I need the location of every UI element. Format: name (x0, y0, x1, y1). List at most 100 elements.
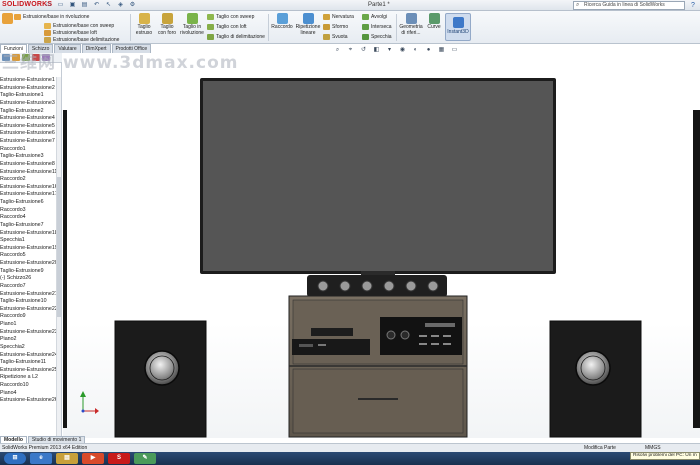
tree-item[interactable]: Estrusione-Estrusione8 (0, 161, 56, 169)
display-manager-icon[interactable] (42, 54, 50, 61)
tree-item[interactable]: Raccordo10 (0, 382, 56, 390)
ribbon-item-intersect[interactable]: Interseca (362, 24, 392, 30)
tab-prodotti-office[interactable]: Prodotti Office (111, 44, 152, 53)
tree-item[interactable]: Piano1 (0, 321, 56, 329)
ribbon-item-mirror[interactable]: Specchia (362, 34, 392, 40)
select-icon[interactable]: ↖ (104, 1, 113, 9)
tree-item[interactable]: Taglio-Estrusione10 (0, 298, 56, 306)
tree-item[interactable]: Estrusione-Estrusione1 (0, 77, 56, 85)
revolved-cut-button[interactable]: Taglio in rivoluzione (180, 13, 204, 36)
scrollbar-thumb[interactable] (57, 177, 61, 317)
extrude-icon (14, 14, 21, 20)
tree-item[interactable]: Piano2 (0, 336, 56, 344)
tree-item[interactable]: Estrusione-Estrusione19 (0, 245, 56, 253)
open-icon[interactable]: ▭ (56, 1, 65, 9)
property-manager-icon[interactable] (12, 54, 20, 61)
paint-icon[interactable]: ✎ (134, 453, 156, 464)
tree-item[interactable]: Estrusione-Estrusione26 (0, 397, 56, 405)
ribbon-item-lofted-cut[interactable]: Taglio con loft (207, 24, 247, 30)
tree-item[interactable]: Taglio-Estrusione3 (0, 153, 56, 161)
instant3d-button[interactable]: Instant3D (445, 13, 471, 41)
tree-item[interactable]: (-) Schizzo26 (0, 275, 56, 283)
solidworks-icon[interactable]: S (108, 453, 130, 464)
new-icon[interactable]: □ (44, 1, 53, 9)
tree-item[interactable]: Estrusione-Estrusione23 (0, 329, 56, 337)
tree-item[interactable]: Raccordo5 (0, 252, 56, 260)
media-player-icon[interactable]: ▶ (82, 453, 104, 464)
tree-item[interactable]: Estrusione-Estrusione2 (0, 85, 56, 93)
ribbon-item-boundary-boss[interactable]: Estrusione/base delimitazione (44, 37, 119, 43)
undo-icon[interactable]: ↶ (92, 1, 101, 9)
ribbon-item-shell[interactable]: Svuota (323, 34, 348, 40)
linear-pattern-button[interactable]: Ripetizione lineare (294, 13, 322, 36)
help-search-input[interactable]: ⌕ Ricerca Guida in linea di SolidWorks (573, 1, 685, 10)
tree-item[interactable]: Taglio-Estrusione7 (0, 222, 56, 230)
ie-icon[interactable]: e (30, 453, 52, 464)
tray-notification[interactable]: Risolvi problemi del PC: Un m (630, 452, 700, 460)
tree-item[interactable]: Taglio-Estrusione6 (0, 199, 56, 207)
print-icon[interactable]: ▤ (80, 1, 89, 9)
start-orb-icon[interactable]: ⊞ (4, 453, 26, 464)
reference-geometry-button[interactable]: Geometria di riferi... (398, 13, 424, 36)
tree-item[interactable]: Estrusione-Estrusione24 (0, 352, 56, 360)
feature-tree-scrollbar[interactable] (56, 77, 61, 437)
left-tall-speaker (63, 110, 67, 428)
tree-item[interactable]: Estrusione-Estrusione22 (0, 306, 56, 314)
tree-item[interactable]: Estrusione-Estrusione20 (0, 260, 56, 268)
ribbon-item-extrude-boss[interactable]: Estrusione/base in rivoluzione (14, 14, 89, 20)
ribbon-item-rib[interactable]: Nervatura (323, 14, 354, 20)
tree-item[interactable]: Estrusione-Estrusione3 (0, 100, 56, 108)
tree-item[interactable]: Taglio-Estrusione9 (0, 268, 56, 276)
cut-extrude-button[interactable]: Taglio estruso (133, 13, 155, 36)
hole-cut-button[interactable]: Taglio con foro (156, 13, 178, 36)
tree-item[interactable]: Estrusione-Estrusione21 (0, 291, 56, 299)
tree-item[interactable]: Specchia2 (0, 344, 56, 352)
tree-item[interactable]: Estrusione-Estrusione6 (0, 130, 56, 138)
help-button[interactable]: ? (688, 1, 698, 10)
tab-dimxpert[interactable]: DimXpert (81, 44, 111, 53)
tree-item[interactable]: Estrusione-Estrusione7 (0, 138, 56, 146)
ribbon-item-sweep-boss[interactable]: Estrusione/base con sweep (44, 23, 114, 29)
tab-valutare[interactable]: Valutare (54, 44, 81, 53)
curves-button[interactable]: Curve (425, 13, 443, 31)
configuration-manager-icon[interactable] (22, 54, 30, 61)
ribbon-item-wrap[interactable]: Avvolgi (362, 14, 387, 20)
tree-item[interactable]: Specchia1 (0, 237, 56, 245)
tree-item[interactable]: Piano4 (0, 390, 56, 398)
units-selector[interactable]: MMGS (645, 445, 661, 451)
ribbon-item-loft-boss[interactable]: Estrusione/base loft (44, 30, 97, 36)
tree-item[interactable]: Estrusione-Estrusione17 (0, 191, 56, 199)
tree-item[interactable]: Taglio-Estrusione1 (0, 92, 56, 100)
tree-item[interactable]: Estrusione-Estrusione5 (0, 123, 56, 131)
tree-item[interactable]: Raccordo3 (0, 207, 56, 215)
tree-item[interactable]: Taglio-Estrusione11 (0, 359, 56, 367)
tree-item[interactable]: Raccordo9 (0, 313, 56, 321)
graphics-area[interactable] (63, 53, 700, 438)
ribbon-item-draft[interactable]: Sformo (323, 24, 348, 30)
tab-schizzo[interactable]: Schizzo (27, 44, 54, 53)
fillet-button[interactable]: Raccordo (271, 13, 293, 31)
rebuild-icon[interactable]: ◈ (116, 1, 125, 9)
tree-item[interactable]: Raccordo4 (0, 214, 56, 222)
tree-item[interactable]: Raccordo7 (0, 283, 56, 291)
ribbon-item-boundary-cut[interactable]: Taglio di delimitazione (207, 34, 265, 40)
explorer-icon[interactable]: ▤ (56, 453, 78, 464)
options-icon[interactable]: ⚙ (128, 1, 137, 9)
tree-item[interactable]: Estrusione-Estrusione11 (0, 169, 56, 177)
tv-cabinet (288, 295, 468, 438)
tree-item[interactable]: Estrusione-Estrusione18 (0, 230, 56, 238)
tab-funzioni[interactable]: Funzioni (0, 44, 27, 53)
ribbon-separator (268, 14, 269, 41)
tree-item[interactable]: Estrusione-Estrusione25 (0, 367, 56, 375)
dimxpert-icon[interactable] (32, 54, 40, 61)
tree-item[interactable]: Estrusione-Estrusione16 (0, 184, 56, 192)
feature-manager-icon[interactable] (2, 54, 10, 61)
extrude-button[interactable] (1, 13, 13, 25)
save-icon[interactable]: ▣ (68, 1, 77, 9)
tree-item[interactable]: Ripetizione a L2 (0, 374, 56, 382)
tree-item[interactable]: Taglio-Estrusione2 (0, 108, 56, 116)
tree-item[interactable]: Estrusione-Estrusione4 (0, 115, 56, 123)
tree-item[interactable]: Raccordo1 (0, 146, 56, 154)
ribbon-item-swept-cut[interactable]: Taglio con sweep (207, 14, 254, 20)
tree-item[interactable]: Raccordo2 (0, 176, 56, 184)
